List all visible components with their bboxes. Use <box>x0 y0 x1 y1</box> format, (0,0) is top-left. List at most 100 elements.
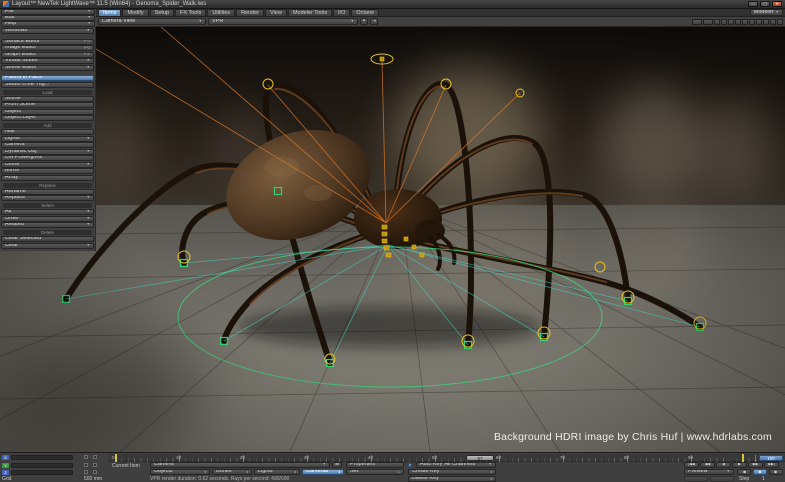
add-camera-button[interactable]: Camera <box>1 142 94 148</box>
auto-key-channels-dropdown[interactable]: Auto KeyAll Channels▼ <box>416 462 496 468</box>
cvt-powergons-button[interactable]: Cvt Powergons <box>1 155 94 161</box>
preset-button-10[interactable] <box>777 19 783 25</box>
auto-key-checkbox[interactable]: ✓ <box>408 463 412 467</box>
preset-button-5[interactable] <box>742 19 748 25</box>
current-item-dropdown[interactable]: Camera▼ <box>150 462 330 468</box>
preset-wide-button-1[interactable] <box>692 19 702 25</box>
image-editor-button[interactable]: Image EditorF6 <box>1 45 94 51</box>
preset-button-9[interactable] <box>770 19 776 25</box>
tab-octane[interactable]: Octane <box>351 9 379 16</box>
bones-filter-button[interactable]: Bones◂ <box>212 469 252 475</box>
preview-option-button-2[interactable] <box>710 476 734 482</box>
section-replace: Replace <box>3 183 92 188</box>
preset-button-1[interactable] <box>714 19 720 25</box>
step-value[interactable]: 1 <box>762 477 765 482</box>
studio-live-trigger-button[interactable]: Studio LIVE Trig... <box>1 82 94 88</box>
load-object-button[interactable]: Object <box>1 109 94 115</box>
next-frame-button[interactable]: ▶ <box>732 462 747 468</box>
y-lock-checkbox[interactable] <box>84 463 88 467</box>
clear-button[interactable]: Clear▼ <box>1 243 94 249</box>
maximize-button[interactable]: ▢ <box>760 1 770 7</box>
y-position-field[interactable] <box>11 463 73 468</box>
tab-modify[interactable]: Modify <box>122 9 148 16</box>
play-reverse-button[interactable]: ◀ <box>737 469 751 475</box>
mirror-button[interactable]: Mirror <box>1 168 94 174</box>
z-position-field[interactable] <box>11 470 73 475</box>
tab-utilities[interactable]: Utilities <box>207 9 235 16</box>
virtual-studio-button[interactable]: Virtual Studio▼ <box>1 58 94 64</box>
select-order-button[interactable]: Order▼ <box>1 216 94 222</box>
x-position-field[interactable] <box>11 455 73 460</box>
rename-button[interactable]: Rename <box>1 189 94 195</box>
add-lights-button[interactable]: Lights▼ <box>1 136 94 142</box>
next-key-button[interactable]: ▶▶ <box>748 462 763 468</box>
go-to-start-button[interactable]: |◀◀ <box>684 462 699 468</box>
frame-slider[interactable]: 57 <box>466 455 494 461</box>
z-lock-checkbox[interactable] <box>84 470 88 474</box>
end-frame-field[interactable]: 100 <box>759 455 783 461</box>
load-object-layer-button[interactable]: Object Layer <box>1 115 94 121</box>
tab-items[interactable]: Items <box>98 9 121 16</box>
view-mode-dropdown[interactable]: Camera View▼ <box>98 18 206 25</box>
timeline-ruler[interactable]: 0 10 20 30 40 50 60 70 80 90 57 100 <box>108 454 785 462</box>
properties-button[interactable]: Properties <box>346 462 404 468</box>
array-button[interactable]: Array <box>1 175 94 181</box>
file-menu-button[interactable]: File▼ <box>1 9 95 15</box>
stop-button[interactable]: ■ <box>753 469 767 475</box>
tab-view[interactable]: View <box>265 9 287 16</box>
clone-button[interactable]: Clone▼ <box>1 162 94 168</box>
select-all-button[interactable]: All▼ <box>1 209 94 215</box>
tab-setup[interactable]: Setup <box>150 9 174 16</box>
edit-menu-button[interactable]: Edit▼ <box>1 15 95 21</box>
clear-selected-button[interactable]: Clear Selected <box>1 236 94 242</box>
prev-frame-button[interactable]: ◀ <box>716 462 731 468</box>
load-scene-button[interactable]: Scene <box>1 96 94 102</box>
close-button[interactable]: ✕ <box>772 1 782 7</box>
add-null-button[interactable]: Null <box>1 129 94 135</box>
set-button[interactable]: Set1 <box>346 469 404 475</box>
cameras-filter-button[interactable]: Cameras◂ <box>302 469 344 475</box>
viewport-option-button-1[interactable]: ▪ <box>360 18 368 25</box>
preset-wide-button-2[interactable] <box>703 19 713 25</box>
help-menu-button[interactable]: Help▼ <box>1 21 95 27</box>
replace-button[interactable]: Replace▼ <box>1 195 94 201</box>
go-to-end-button[interactable]: ▶▶| <box>764 462 779 468</box>
tab-fx-tools[interactable]: FX Tools <box>175 9 206 16</box>
preset-button-7[interactable] <box>756 19 762 25</box>
viewport-option-button-2[interactable]: ▼ <box>370 18 378 25</box>
select-related-button[interactable]: Related▼ <box>1 222 94 228</box>
z-lock-checkbox-2[interactable] <box>93 470 97 474</box>
tab-render[interactable]: Render <box>236 9 264 16</box>
render-mode-dropdown[interactable]: VPR▼ <box>208 18 358 25</box>
objects-filter-button[interactable]: Objects◂ <box>150 469 210 475</box>
item-list-button[interactable]: ≣ <box>332 462 342 468</box>
create-key-button[interactable]: Create Key◂ <box>408 469 496 475</box>
surface-editor-button[interactable]: Surface EditorF5 <box>1 39 94 45</box>
preset-button-2[interactable] <box>721 19 727 25</box>
play-forward-button[interactable]: ▶ <box>769 469 783 475</box>
prev-key-button[interactable]: ◀◀ <box>700 462 715 468</box>
minimize-button[interactable]: — <box>748 1 758 7</box>
scene-editor-button[interactable]: Scene Editor▼ <box>1 65 94 71</box>
camera-viewport[interactable]: Background HDRI image by Chris Huf | www… <box>0 27 785 452</box>
modeler-launch-button[interactable]: Modeler▼ <box>750 9 783 16</box>
preview-dropdown[interactable]: Preview▼ <box>684 469 734 475</box>
windows-menu-button[interactable]: Windows▼ <box>1 28 94 34</box>
y-lock-checkbox-2[interactable] <box>93 463 97 467</box>
graph-editor-button[interactable]: Graph EditorF2 <box>1 52 94 58</box>
add-dynamic-obj-button[interactable]: Dynamic Obj▼ <box>1 149 94 155</box>
load-from-scene-button[interactable]: From Scene <box>1 102 94 108</box>
preset-button-8[interactable] <box>763 19 769 25</box>
tab-io[interactable]: I/O <box>333 9 350 16</box>
dropdown-arrow-icon: ▼ <box>85 244 90 248</box>
lights-filter-button[interactable]: Lights◂ <box>254 469 300 475</box>
x-lock-checkbox-2[interactable] <box>93 455 97 459</box>
x-lock-checkbox[interactable] <box>84 455 88 459</box>
preset-button-6[interactable] <box>749 19 755 25</box>
parent-in-place-button[interactable]: Parent in Place <box>1 75 94 81</box>
tab-modeler-tools[interactable]: Modeler Tools <box>288 9 332 16</box>
preview-option-button-1[interactable] <box>684 476 708 482</box>
delete-key-button[interactable]: Delete Key◂ <box>408 476 496 482</box>
preset-button-4[interactable] <box>735 19 741 25</box>
preset-button-3[interactable] <box>728 19 734 25</box>
